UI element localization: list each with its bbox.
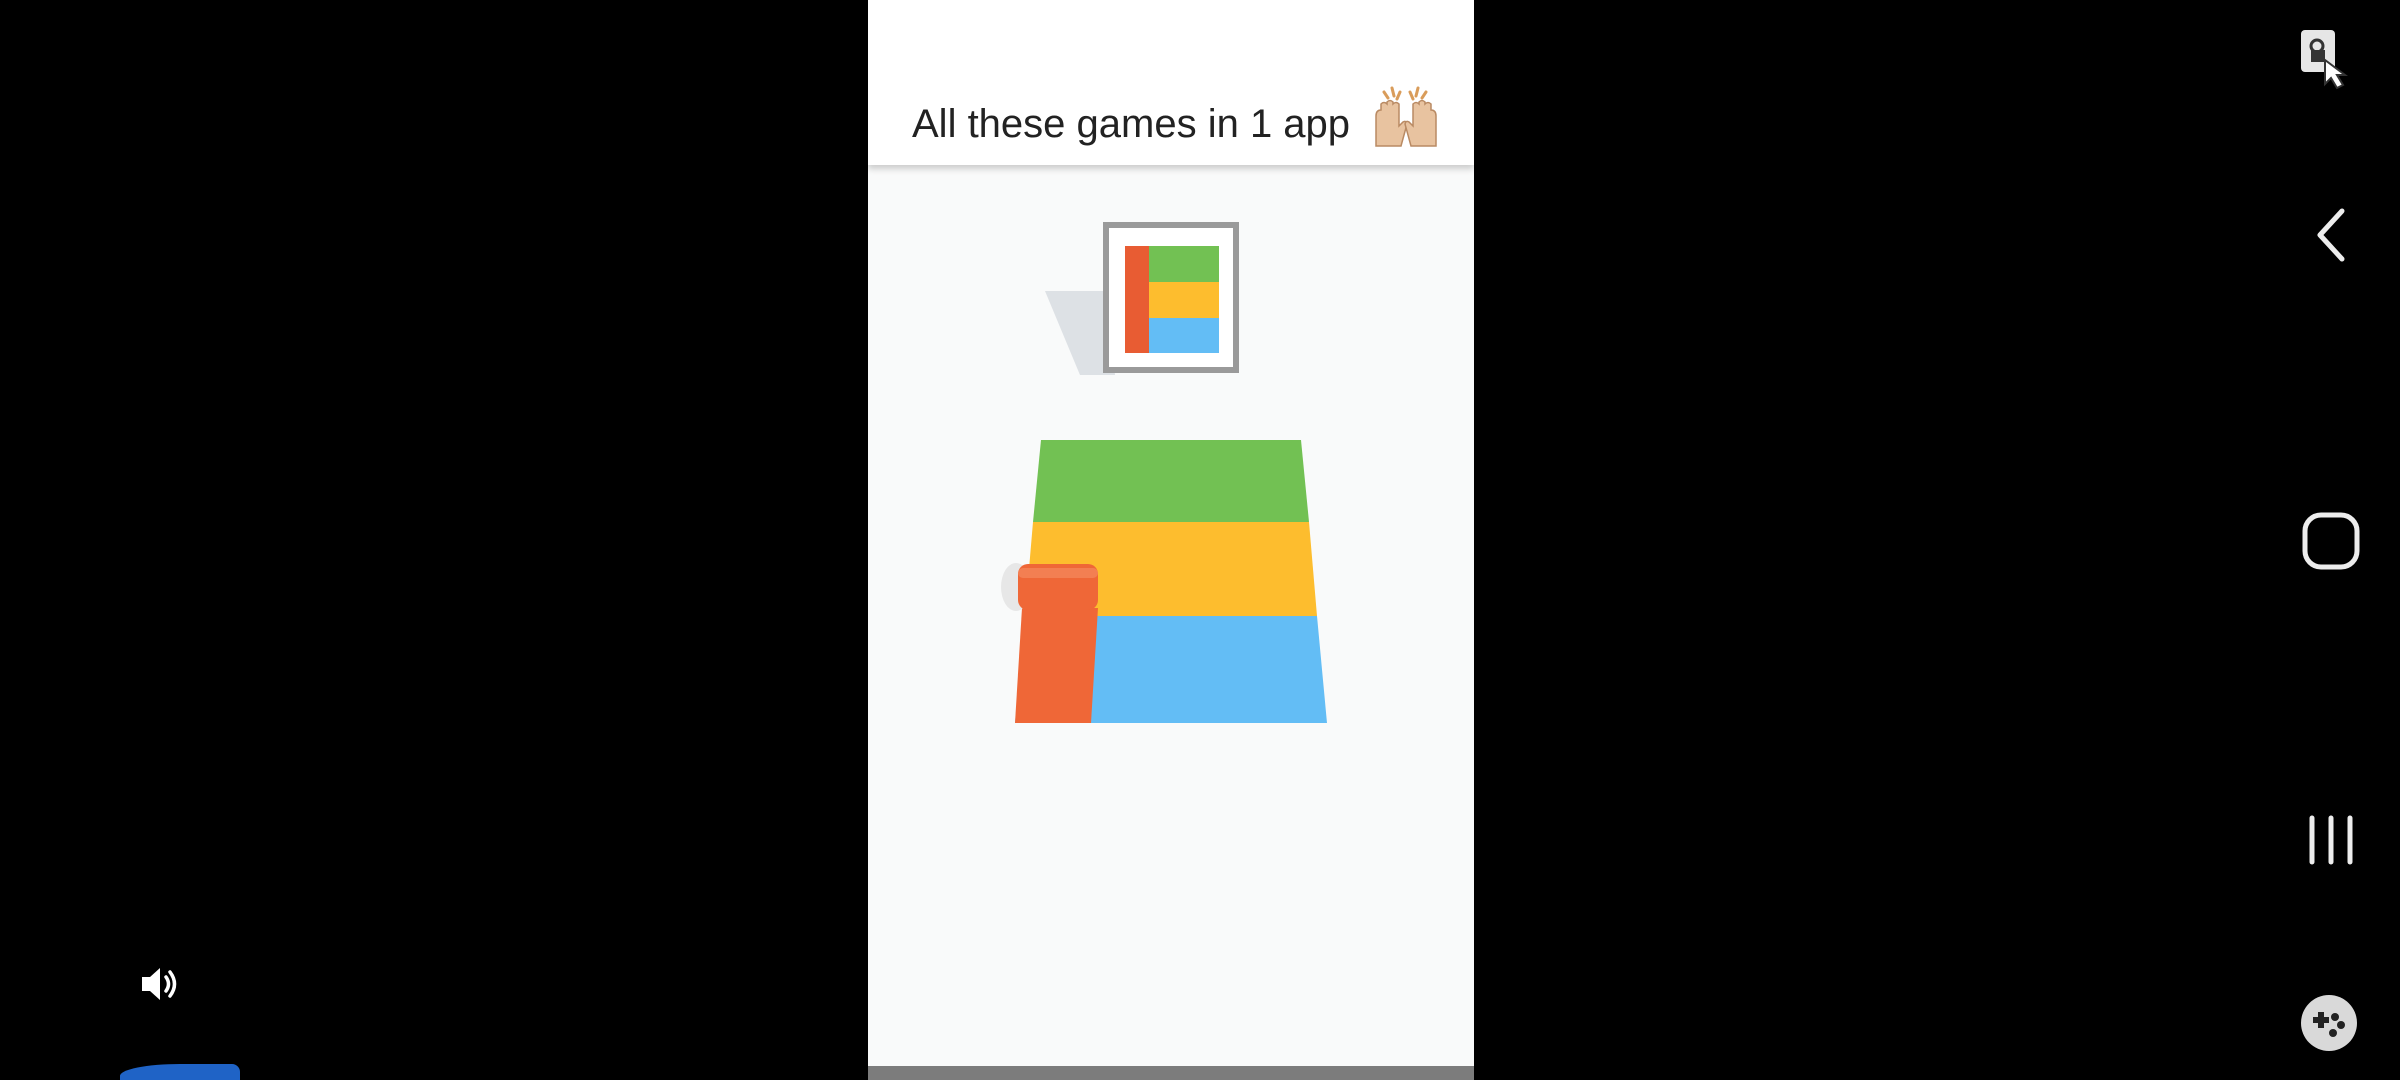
game-launcher-icon[interactable] (2299, 993, 2359, 1053)
progress-bar-fragment (120, 1064, 240, 1080)
target-green-strip (1149, 246, 1219, 282)
volume-icon[interactable] (138, 963, 184, 1005)
home-icon[interactable] (2300, 510, 2362, 572)
board-orange-stripe (1015, 608, 1098, 723)
back-icon[interactable] (2312, 205, 2352, 265)
target-yellow-strip (1149, 282, 1219, 318)
game-preview[interactable] (868, 0, 1474, 1080)
screen-lock-touch-icon[interactable] (2295, 26, 2361, 92)
ad-panel[interactable]: All these games in 1 app (868, 0, 1474, 1080)
ad-bottom-strip (868, 1066, 1474, 1080)
target-blue-strip (1149, 318, 1219, 353)
roller-highlight (1018, 568, 1098, 578)
target-orange-strip (1125, 246, 1149, 353)
recents-icon[interactable] (2304, 812, 2358, 868)
board-green-stripe (1033, 440, 1309, 522)
